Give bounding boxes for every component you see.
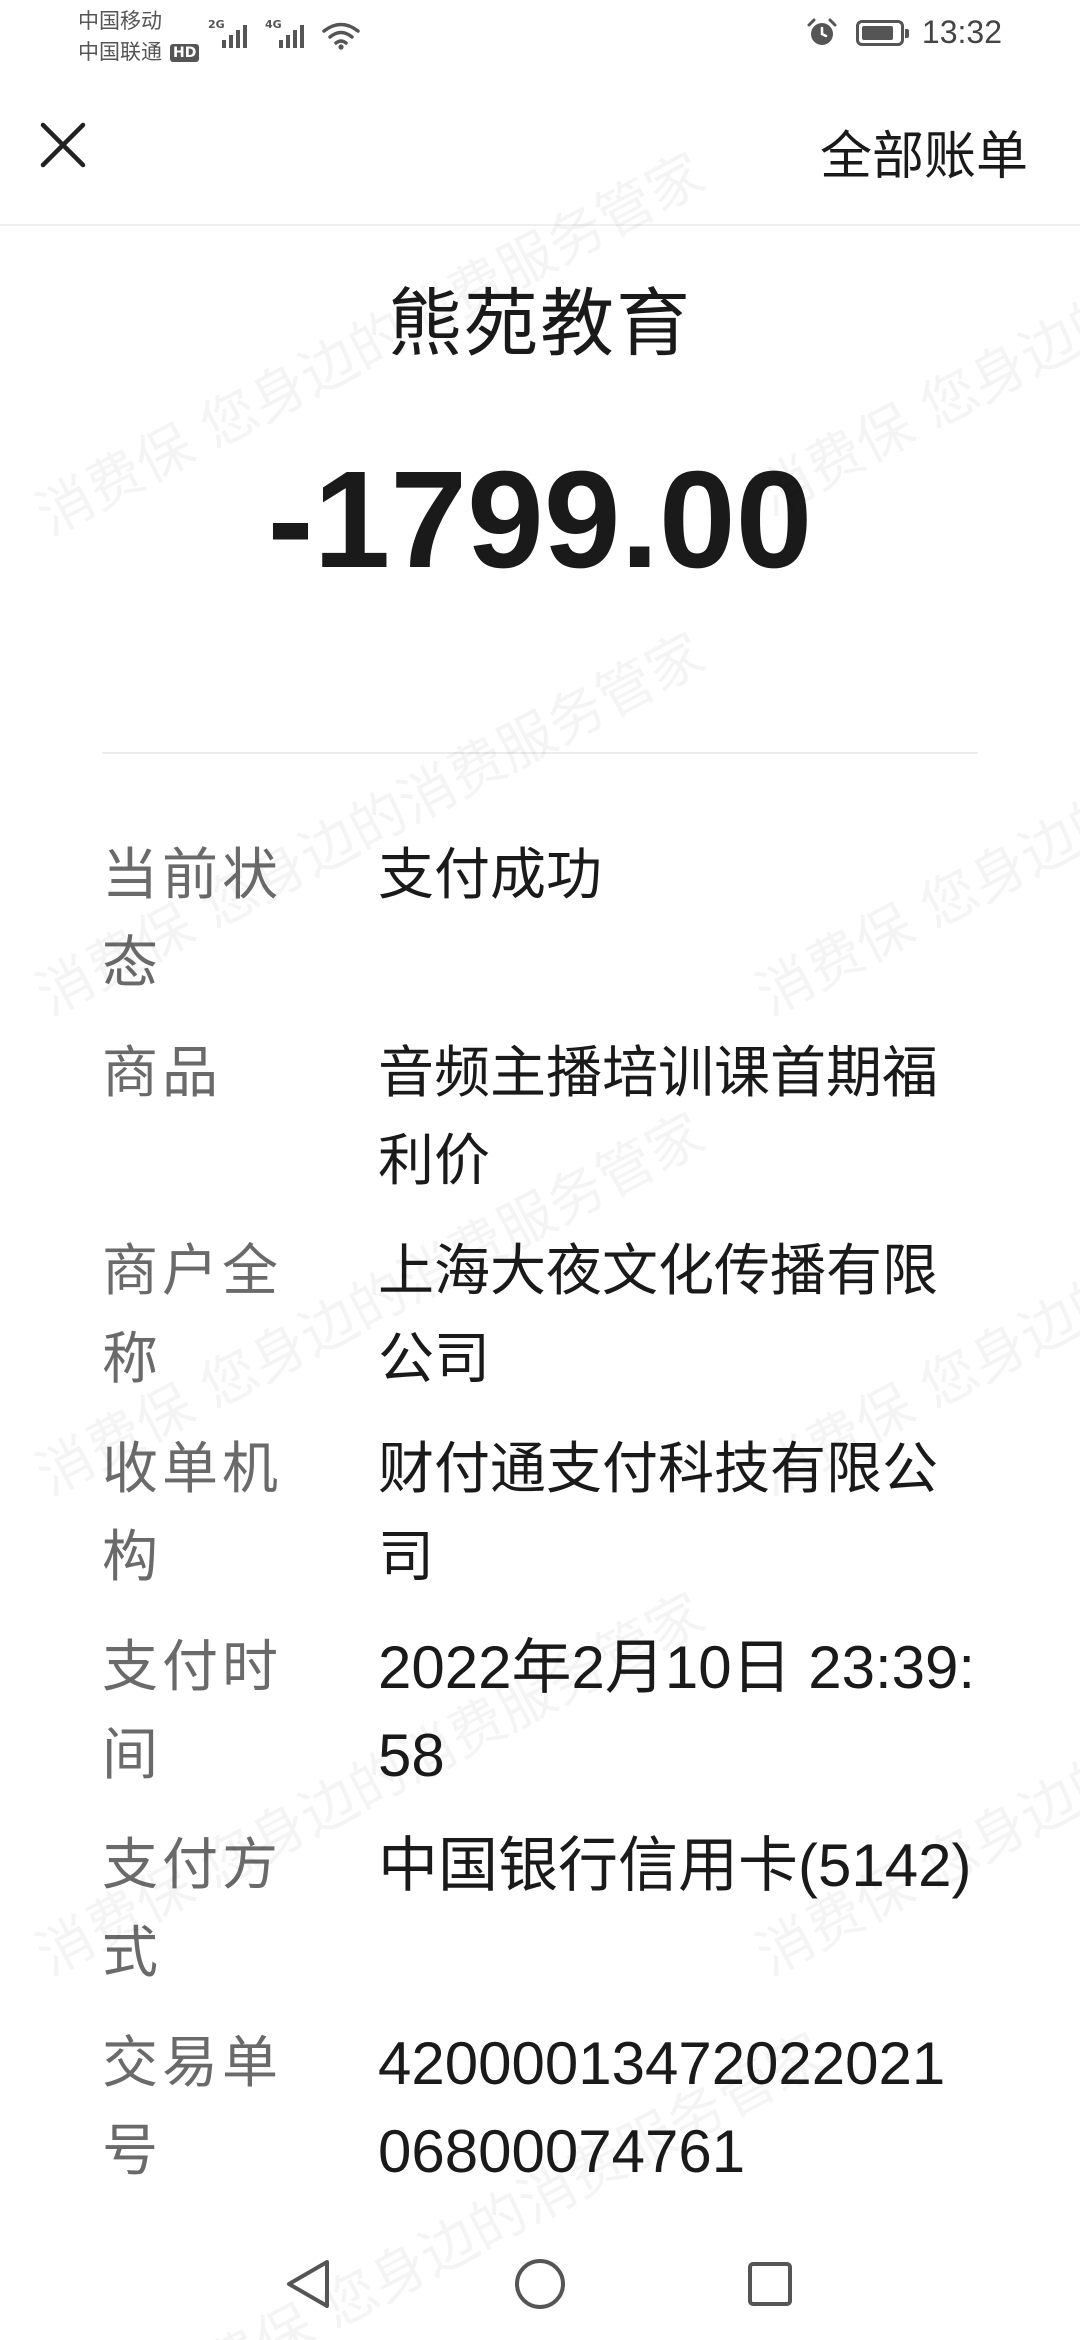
carrier-info: 中国移动 中国联通 HD: [78, 6, 200, 68]
status-right: 13:32: [806, 14, 1002, 51]
back-triangle-icon: [287, 2260, 329, 2308]
carrier-1: 中国移动: [78, 9, 162, 33]
carrier-2: 中国联通: [78, 40, 162, 64]
signal-indicators: 2G 4G: [208, 18, 360, 50]
detail-row-status: 当前状态 支付成功: [102, 832, 978, 1008]
alarm-icon: [807, 18, 837, 45]
battery-icon: [855, 19, 909, 46]
close-icon: [40, 122, 86, 168]
recents-button[interactable]: [740, 2254, 800, 2314]
signal-2-tag: 4G: [265, 18, 282, 31]
detail-label: 支付方式: [102, 1833, 282, 1986]
all-bills-link[interactable]: 全部账单: [820, 114, 1028, 189]
detail-row-product: 商品 音频主播培训课首期福利价: [102, 1030, 978, 1206]
merchant-name: 熊苑教育: [388, 281, 692, 367]
top-nav-bar: 全部账单: [0, 76, 1080, 226]
back-button[interactable]: [278, 2254, 338, 2314]
bill-details: 当前状态 支付成功 商品 音频主播培训课首期福利价 商户全称 上海大夜文化传播有…: [102, 832, 978, 2218]
detail-label: 当前状态: [102, 843, 282, 996]
detail-value: 支付成功: [378, 843, 602, 908]
signal-1-tag: 2G: [208, 18, 225, 31]
divider: [102, 752, 978, 754]
bill-amount: -1799.00: [267, 443, 813, 597]
signal-strength-icon-1: 2G: [208, 18, 247, 48]
hd-badge: HD: [170, 43, 200, 62]
detail-value: 中国银行信用卡(5142): [378, 1832, 972, 1899]
bill-detail-screen: 中国移动 中国联通 HD 2G 4G 13:32 全部账单 熊苑教育 -1799…: [0, 0, 1080, 2340]
home-circle-icon: [515, 2259, 565, 2309]
signal-strength-icon-2: 4G: [265, 18, 304, 48]
detail-label: 收单机构: [102, 1437, 282, 1590]
home-button[interactable]: [510, 2254, 570, 2314]
detail-value: 2022年2月10日 23:39:58: [378, 1634, 976, 1789]
detail-label: 交易单号: [102, 2031, 282, 2184]
recents-square-icon: [748, 2262, 792, 2306]
system-nav-bar: [0, 2228, 1080, 2340]
detail-label: 商品: [102, 1041, 222, 1106]
detail-value: 音频主播培训课首期福利价: [378, 1041, 938, 1194]
detail-row-transaction-id[interactable]: 交易单号 4200001347202202106800074761: [102, 2020, 978, 2196]
detail-row-acquirer: 收单机构 财付通支付科技有限公司: [102, 1426, 978, 1602]
detail-label: 商户全称: [102, 1239, 282, 1392]
detail-row-pay-method: 支付方式 中国银行信用卡(5142): [102, 1822, 978, 1998]
detail-label: 支付时间: [102, 1635, 282, 1788]
detail-row-pay-time: 支付时间 2022年2月10日 23:39:58: [102, 1624, 978, 1800]
close-button[interactable]: [30, 112, 96, 178]
status-bar: 中国移动 中国联通 HD 2G 4G 13:32: [0, 0, 1080, 76]
detail-value[interactable]: 4200001347202202106800074761: [378, 2020, 978, 2196]
detail-value: 财付通支付科技有限公司: [378, 1437, 938, 1590]
status-time: 13:32: [921, 14, 1002, 50]
detail-row-merchant-fullname: 商户全称 上海大夜文化传播有限公司: [102, 1228, 978, 1404]
wifi-icon: [322, 22, 360, 50]
detail-value: 上海大夜文化传播有限公司: [378, 1239, 938, 1392]
